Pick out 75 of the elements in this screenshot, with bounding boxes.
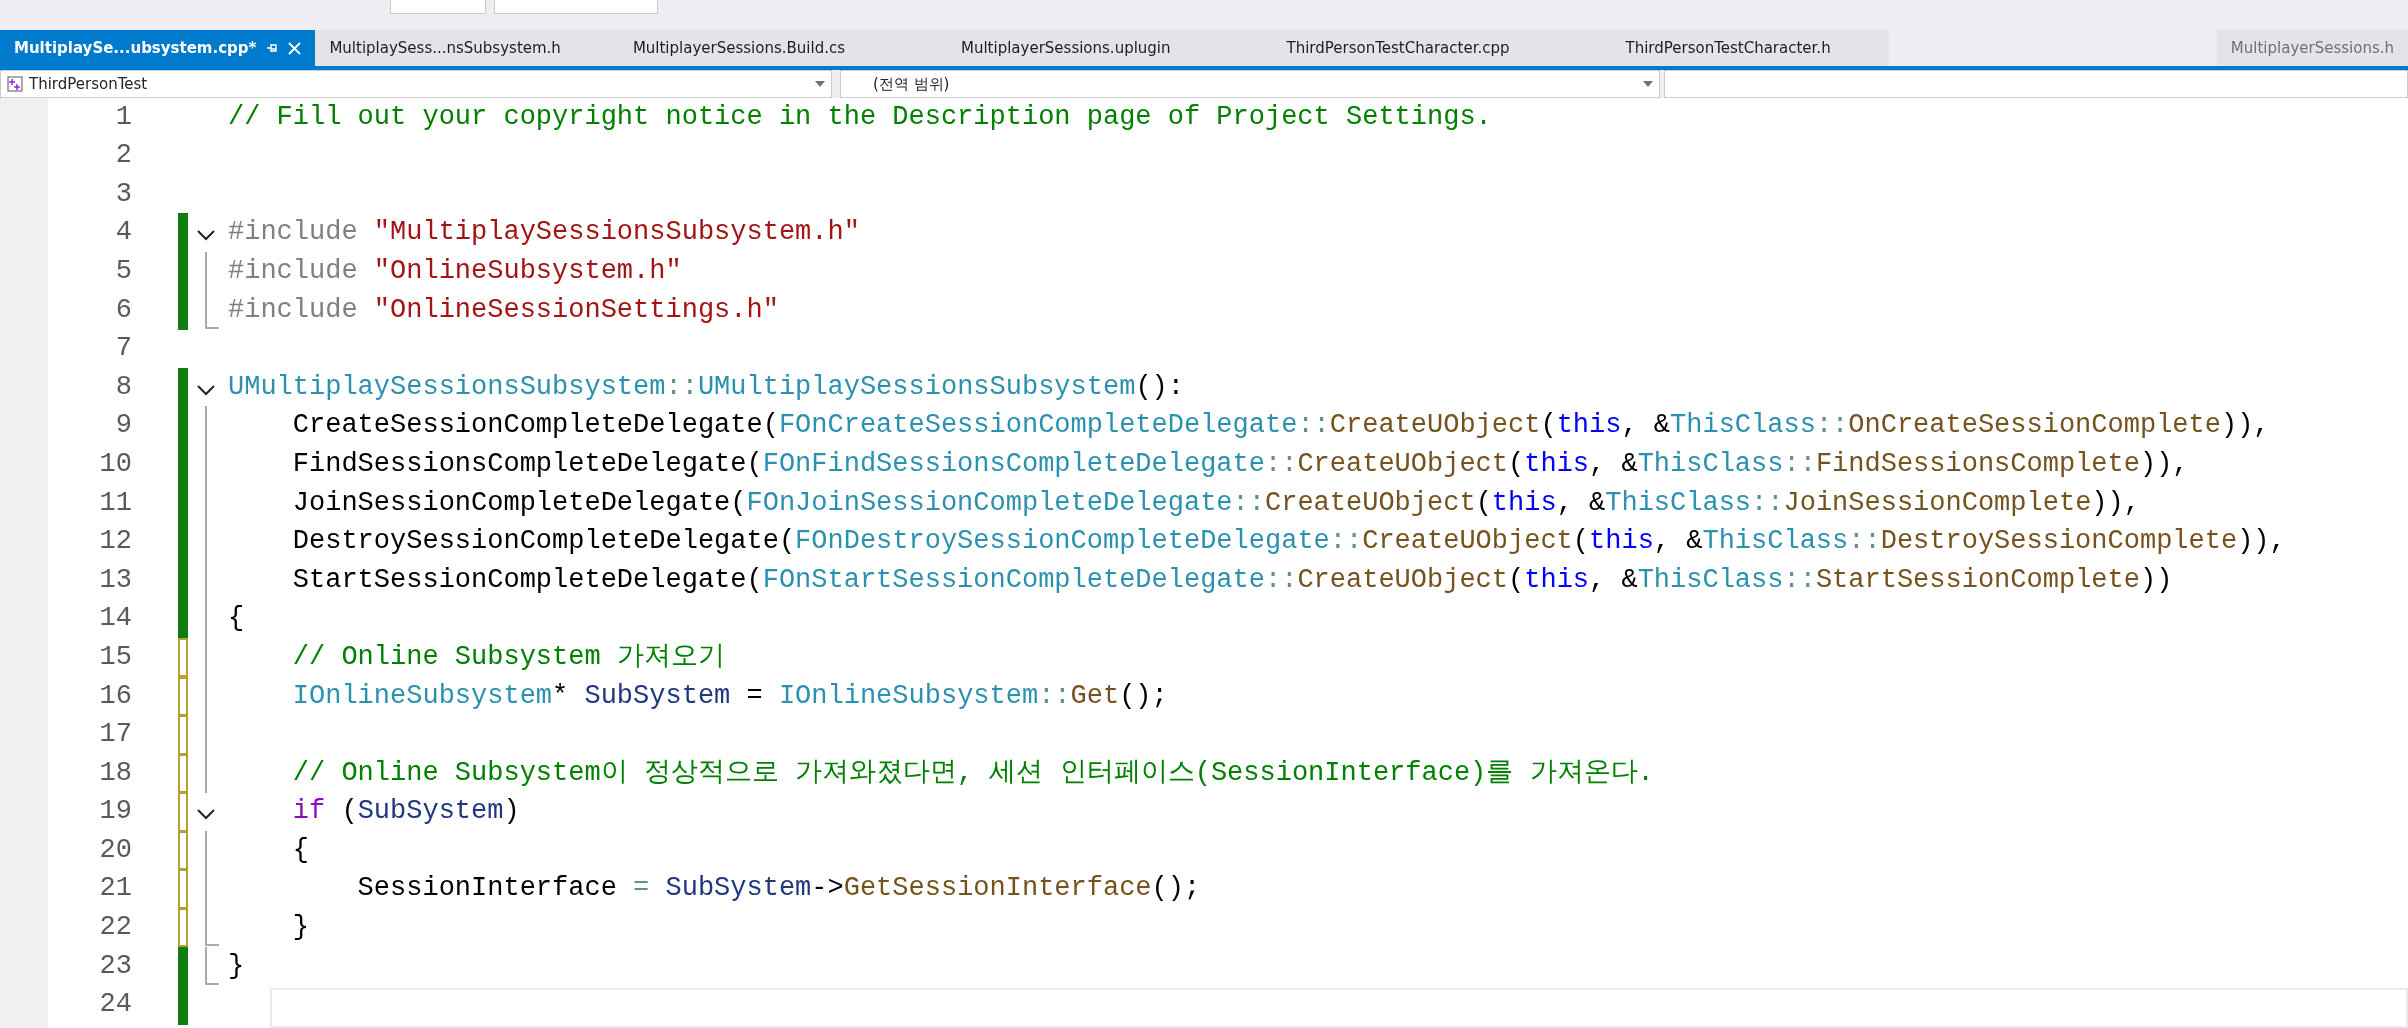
line-number: 5 [114,254,132,288]
saved-change-bar [178,213,188,253]
fold-guide [205,946,219,985]
line-number: 15 [98,640,132,674]
line-number: 20 [98,833,132,867]
caret-icon [1643,81,1653,87]
document-tab[interactable]: MultiplayerSessions.h [2216,30,2408,66]
collapse-icon[interactable] [196,229,216,242]
line-number: 9 [114,409,132,443]
code-line: UMultiplaySessionsSubsystem::UMultiplaySessionsSubsystem(): [228,370,1184,404]
code-line: JoinSessionCompleteDelegate(FOnJoinSessionCompleteDelegate::CreateUObject(this, &ThisClass::JoinSessionComplete)), [291,486,2140,520]
pin-icon[interactable] [266,42,279,54]
code-line: #include "MultiplaySessionsSubsystem.h" [228,216,860,250]
code-line: // Online Subsystem이 정상적으로 가져와졌다면, 세션 인터페이스(SessionInterface)를 가져온다. [291,756,1654,790]
saved-change-bar [178,290,188,330]
line-number: 2 [114,139,132,173]
line-number: 23 [98,949,132,983]
document-tab[interactable]: MultiplayerSessions.uplugin [903,30,1229,66]
code-line: { [228,602,245,636]
scope-dropdown[interactable]: (전역 범위) [840,70,1660,98]
line-number: 13 [98,563,132,597]
line-number: 24 [98,988,132,1022]
unsaved-change-bar [178,753,188,794]
project-icon [7,76,23,92]
saved-change-bar [178,985,188,1025]
code-line: } [291,911,309,945]
document-tab[interactable]: MultiplaySess...nsSubsystem.h [315,30,575,66]
code-line: { [291,833,309,867]
line-number: 22 [98,911,132,945]
code-line: // Online Subsystem 가져오기 [291,640,725,674]
line-number: 3 [114,177,132,211]
code-line: } [228,949,245,983]
line-number: 11 [98,486,132,520]
code-line: DestroySessionCompleteDelegate(FOnDestroySessionCompleteDelegate::CreateUObject(this, &ThisClass::DestroySessionComplete)), [291,525,2286,559]
line-number: 4 [114,216,132,250]
code-line: FindSessionsCompleteDelegate(FOnFindSessionsCompleteDelegate::CreateUObject(this, &ThisClass::FindSessionsComplete)), [291,447,2189,481]
code-line: CreateSessionCompleteDelegate(FOnCreateSessionCompleteDelegate::CreateUObject(this, &ThisClass::OnCreateSessionComplete)), [291,409,2270,443]
saved-change-bar [178,367,188,408]
code-line: StartSessionCompleteDelegate(FOnStartSessionCompleteDelegate::CreateUObject(this, &ThisClass::StartSessionComplete)) [291,563,2173,597]
line-number: 7 [114,332,132,366]
close-icon[interactable] [288,41,302,55]
caret-icon [815,81,825,87]
document-tab[interactable]: ThirdPersonTestCharacter.cpp [1228,30,1568,66]
line-number: 17 [98,718,132,752]
unsaved-change-bar [178,908,188,948]
unsaved-change-bar [178,637,188,678]
code-line: IOnlineSubsystem* SubSystem = IOnlineSubsystem::Get(); [291,679,1168,713]
line-number: 12 [98,525,132,559]
line-number: 14 [98,602,132,636]
unsaved-change-bar [178,676,188,716]
line-number: 21 [98,872,132,906]
code-line: // Fill out your copyright notice in the Description page of Project Settings. [228,100,1492,134]
code-line: #include "OnlineSessionSettings.h" [228,293,779,327]
collapse-icon[interactable] [196,383,216,396]
unsaved-change-bar [178,869,188,909]
line-number: 8 [114,370,132,404]
document-tab[interactable]: MultiplayerSessions.Build.cs [574,30,903,66]
document-tab[interactable]: MultiplaySe...ubsystem.cpp* [0,30,316,66]
unsaved-change-bar [178,830,188,871]
line-number: 16 [98,679,132,713]
line-number: 19 [98,795,132,829]
saved-change-bar [178,599,188,639]
line-number: 10 [98,447,132,481]
line-number: 1 [114,100,132,134]
saved-change-bar [178,946,188,987]
project-dropdown[interactable]: ThirdPersonTest [0,70,832,98]
collapse-icon[interactable] [196,808,216,821]
code-line: SessionInterface = SubSystem->GetSessionInterface(); [356,872,1201,906]
unsaved-change-bar [178,715,188,755]
line-number: 18 [98,756,132,790]
code-line: if (SubSystem) [291,795,520,829]
line-number: 6 [114,293,132,327]
unsaved-change-bar [178,792,188,832]
code-line: #include "OnlineSubsystem.h" [228,254,682,288]
document-tab[interactable]: ThirdPersonTestCharacter.h [1567,30,1889,66]
